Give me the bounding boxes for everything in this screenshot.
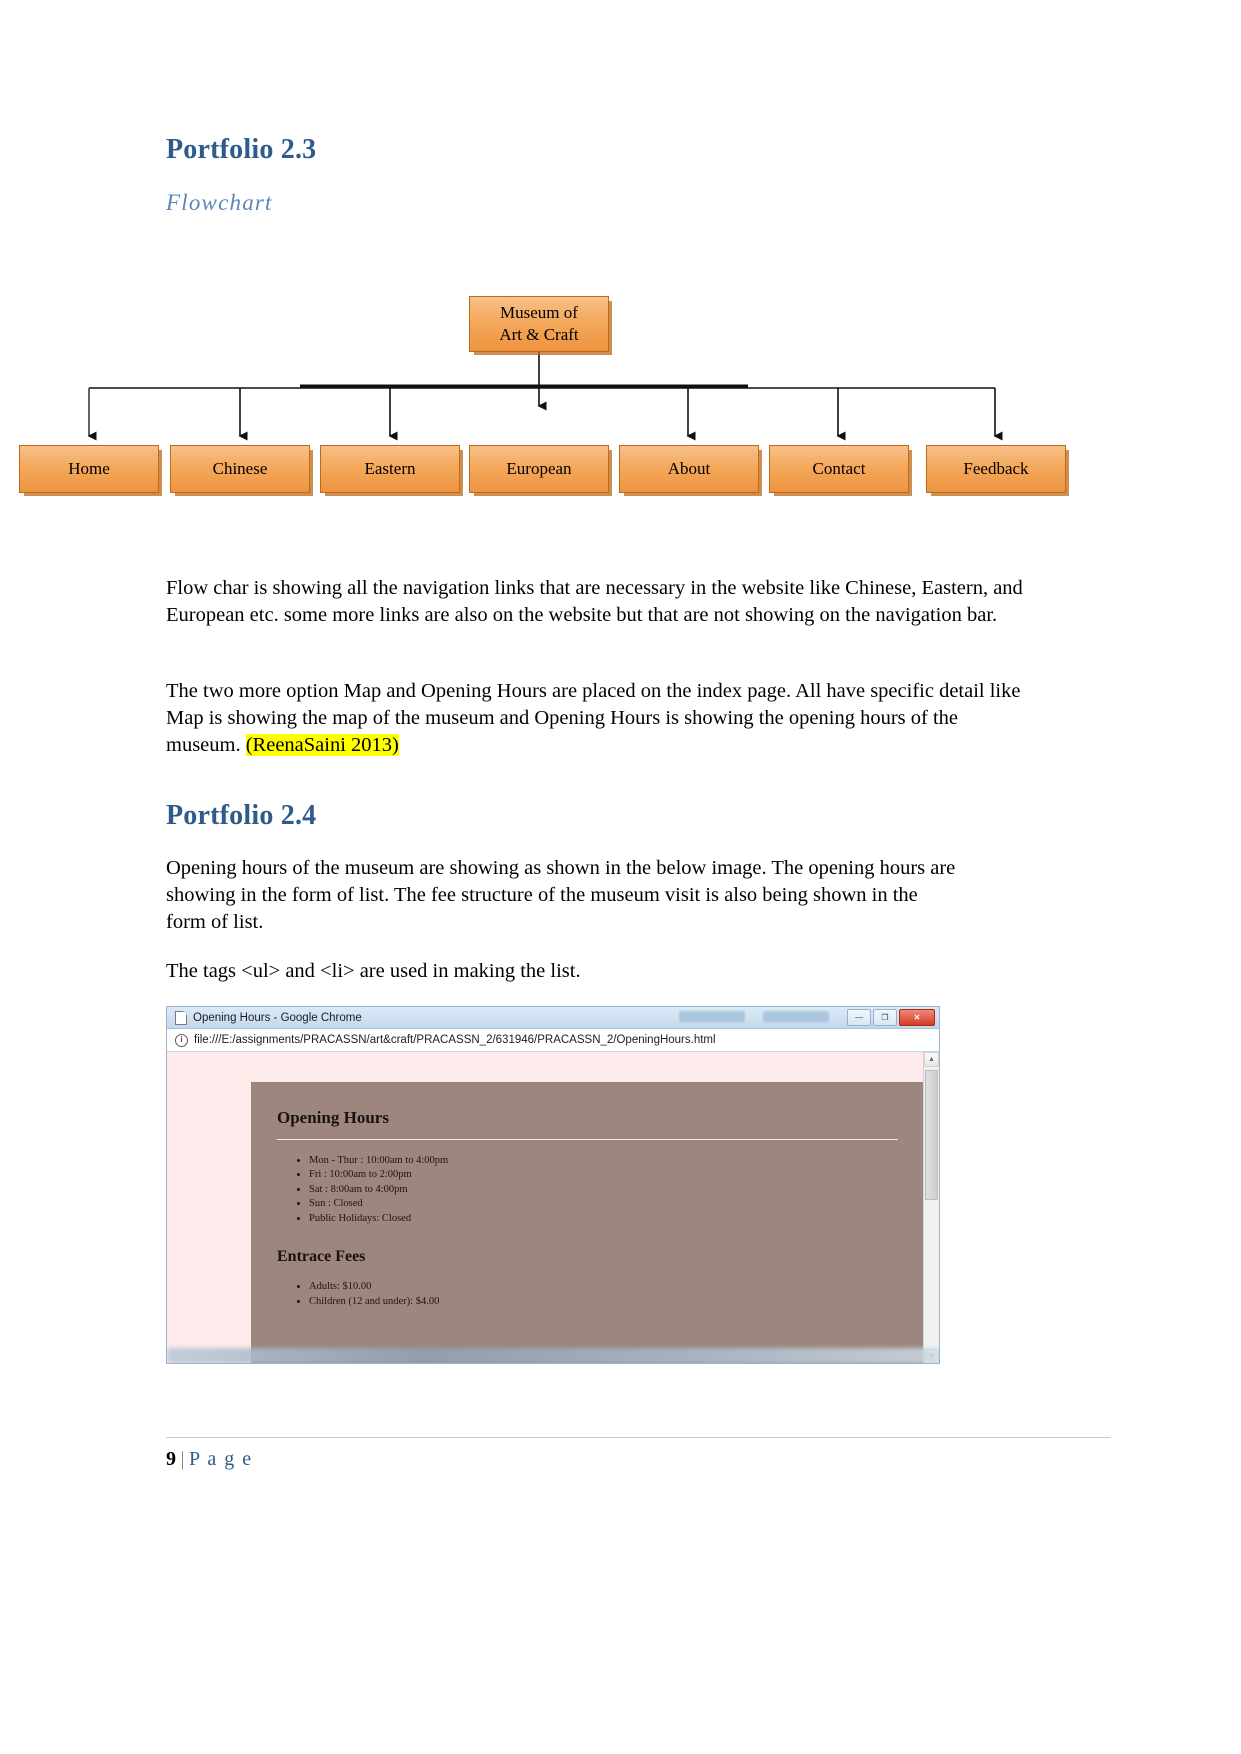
browser-tab-strip: Opening Hours - Google Chrome bbox=[167, 1007, 362, 1028]
flowchart-root-line2: Art & Craft bbox=[499, 325, 579, 344]
address-bar-url: file:///E:/assignments/PRACASSN/art&craf… bbox=[194, 1034, 716, 1046]
subheading-flowchart: Flowchart bbox=[166, 190, 273, 215]
flowchart-node-eastern: Eastern bbox=[320, 445, 460, 493]
list-item: Mon - Thur : 10:00am to 4:00pm bbox=[309, 1154, 898, 1168]
browser-window-title: Opening Hours - Google Chrome bbox=[193, 1011, 362, 1024]
scroll-up-arrow-icon: ▲ bbox=[924, 1052, 939, 1067]
browser-screenshot-image: Opening Hours - Google Chrome — ❐ ✕ i fi… bbox=[166, 1006, 940, 1364]
browser-viewport: Opening Hours Mon - Thur : 10:00am to 4:… bbox=[167, 1052, 939, 1363]
minimize-button: — bbox=[847, 1009, 871, 1026]
flowchart-node-label: European bbox=[506, 459, 572, 479]
background-tab bbox=[763, 1011, 829, 1022]
flowchart-node-chinese: Chinese bbox=[170, 445, 310, 493]
list-item: Sun : Closed bbox=[309, 1197, 898, 1211]
list-item: Fri : 10:00am to 2:00pm bbox=[309, 1168, 898, 1182]
opening-hours-heading: Opening Hours bbox=[277, 1108, 389, 1127]
taskbar-blur-strip bbox=[167, 1348, 939, 1363]
flowchart-node-european: European bbox=[469, 445, 609, 493]
info-circle-icon: i bbox=[175, 1033, 188, 1047]
flowchart-node-label: Contact bbox=[812, 459, 866, 479]
body-paragraph-3: Opening hours of the museum are showing … bbox=[166, 857, 956, 934]
list-item: Adults: $10.00 bbox=[309, 1280, 898, 1294]
flowchart-node-home: Home bbox=[19, 445, 159, 493]
document-page: Portfolio 2.3 Flowchart Museum of Art & … bbox=[0, 0, 1241, 1754]
footer-divider bbox=[166, 1437, 1111, 1438]
browser-background-tabs bbox=[679, 1011, 829, 1022]
flowchart-node-label: Feedback bbox=[963, 459, 1029, 479]
flowchart-node-feedback: Feedback bbox=[926, 445, 1066, 493]
scrollbar-thumb bbox=[925, 1070, 938, 1200]
entrance-fees-list: Adults: $10.00 Children (12 and under): … bbox=[277, 1280, 898, 1309]
list-item: Public Holidays: Closed bbox=[309, 1212, 898, 1226]
opening-hours-list: Mon - Thur : 10:00am to 4:00pm Fri : 10:… bbox=[277, 1154, 898, 1226]
flowchart-node-about: About bbox=[619, 445, 759, 493]
flowchart-node-label: About bbox=[667, 459, 711, 479]
flowchart-node-root: Museum of Art & Craft bbox=[469, 296, 609, 352]
footer-separator: | bbox=[180, 1448, 187, 1470]
flowchart-node-label: Home bbox=[68, 459, 110, 479]
entrance-fees-heading: Entrace Fees bbox=[277, 1248, 366, 1266]
window-controls: — ❐ ✕ bbox=[847, 1009, 935, 1026]
flowchart-node-label: Chinese bbox=[212, 459, 268, 479]
opening-hours-page-content: Opening Hours Mon - Thur : 10:00am to 4:… bbox=[251, 1082, 924, 1363]
page-footer: 9 | P a g e bbox=[166, 1448, 253, 1471]
list-item: Children (12 and under): $4.00 bbox=[309, 1295, 898, 1309]
browser-scrollbar: ▲ ▼ bbox=[923, 1052, 939, 1363]
footer-page-word: P a g e bbox=[189, 1448, 253, 1470]
horizontal-rule bbox=[277, 1139, 898, 1140]
maximize-button: ❐ bbox=[873, 1009, 897, 1026]
flowchart-root-line1: Museum of bbox=[500, 303, 578, 323]
citation-highlight: (ReenaSaini 2013) bbox=[245, 734, 399, 757]
body-paragraph-2: The two more option Map and Opening Hour… bbox=[166, 678, 1026, 759]
browser-title-bar: Opening Hours - Google Chrome — ❐ ✕ bbox=[167, 1007, 939, 1029]
flowchart-node-contact: Contact bbox=[769, 445, 909, 493]
close-button: ✕ bbox=[899, 1009, 935, 1026]
page-title-portfolio-23: Portfolio 2.3 bbox=[166, 134, 317, 165]
flowchart-node-label: Eastern bbox=[364, 459, 416, 479]
body-paragraph-1: Flow char is showing all the navigation … bbox=[166, 577, 1023, 627]
body-paragraph-4: The tags <ul> and <li> are used in makin… bbox=[166, 960, 581, 982]
background-tab bbox=[679, 1011, 745, 1022]
page-title-portfolio-24: Portfolio 2.4 bbox=[166, 800, 317, 831]
footer-page-number: 9 bbox=[166, 1448, 178, 1470]
flowchart-diagram: Museum of Art & Craft Home Chinese Easte… bbox=[0, 280, 1241, 515]
browser-address-bar: i file:///E:/assignments/PRACASSN/art&cr… bbox=[167, 1029, 939, 1052]
page-icon bbox=[175, 1010, 187, 1025]
list-item: Sat : 8:00am to 4:00pm bbox=[309, 1183, 898, 1197]
